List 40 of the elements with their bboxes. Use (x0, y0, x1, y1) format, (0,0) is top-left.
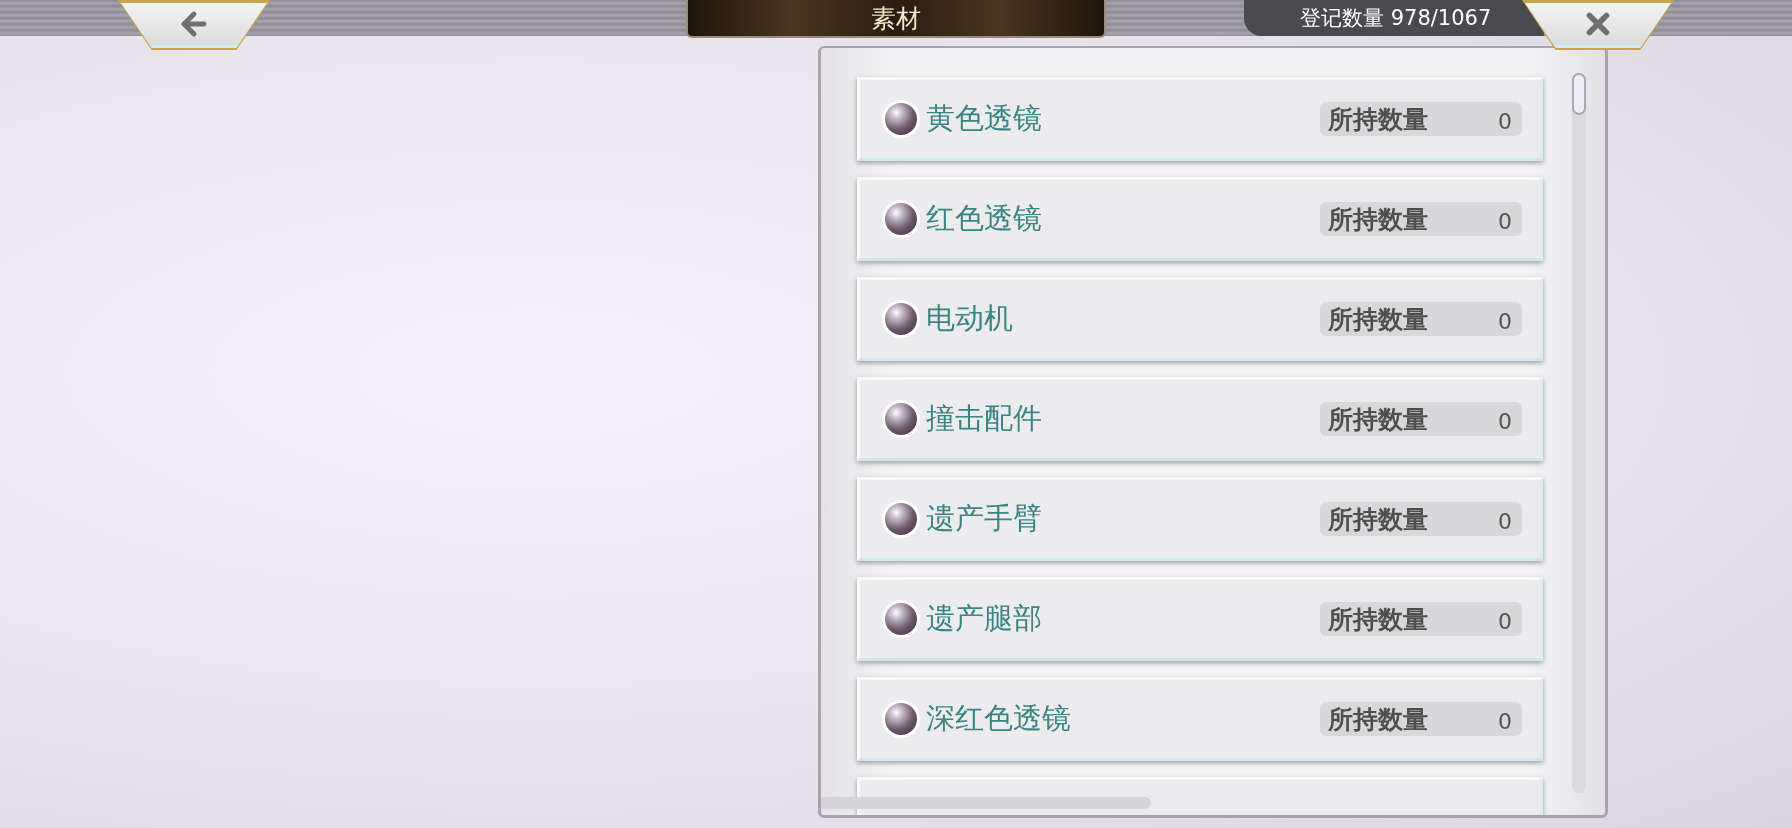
owned-label: 所持数量 (1328, 203, 1428, 236)
owned-label: 所持数量 (1328, 303, 1428, 336)
orb-icon (882, 200, 920, 238)
material-name: 电动机 (926, 300, 1014, 337)
owned-label: 所持数量 (1328, 503, 1428, 536)
owned-value: 0 (1498, 407, 1512, 434)
orb-icon (882, 600, 920, 638)
vertical-scrollbar[interactable] (1572, 73, 1586, 793)
orb-icon (882, 700, 920, 738)
registered-count: 登记数量 978/1067 (1300, 5, 1492, 32)
owned-value: 0 (1498, 707, 1512, 734)
material-card[interactable]: 遗产腿部 所持数量 0 (857, 577, 1543, 661)
owned-value: 0 (1498, 107, 1512, 134)
owned-value: 0 (1498, 207, 1512, 234)
owned-label: 所持数量 (1328, 703, 1428, 736)
orb-icon (882, 400, 920, 438)
horizontal-scrollbar[interactable] (821, 797, 1151, 809)
owned-label: 所持数量 (1328, 603, 1428, 636)
material-name: 深红色透镜 (926, 700, 1072, 737)
material-name: 遗产腿部 (926, 600, 1043, 637)
material-name: 红色透镜 (926, 200, 1043, 237)
material-name: 撞击配件 (926, 400, 1043, 437)
material-card[interactable]: 撞击配件 所持数量 0 (857, 377, 1543, 461)
material-card[interactable]: 黄色透镜 所持数量 0 (857, 77, 1543, 161)
orb-icon (882, 300, 920, 338)
material-name: 遗产手臂 (926, 500, 1043, 537)
owned-label: 所持数量 (1328, 103, 1428, 136)
page-title: 素材 (871, 2, 921, 35)
material-card[interactable]: 深红色透镜 所持数量 0 (857, 677, 1543, 761)
material-name: 黄色透镜 (926, 100, 1043, 137)
owned-value: 0 (1498, 507, 1512, 534)
orb-icon (882, 100, 920, 138)
owned-value: 0 (1498, 607, 1512, 634)
material-card[interactable]: 电动机 所持数量 0 (857, 277, 1543, 361)
material-card[interactable]: 遗产手臂 所持数量 0 (857, 477, 1543, 561)
orb-icon (882, 500, 920, 538)
owned-value: 0 (1498, 307, 1512, 334)
owned-label: 所持数量 (1328, 403, 1428, 436)
material-card[interactable]: 红色透镜 所持数量 0 (857, 177, 1543, 261)
scroll-thumb[interactable] (1572, 73, 1586, 115)
